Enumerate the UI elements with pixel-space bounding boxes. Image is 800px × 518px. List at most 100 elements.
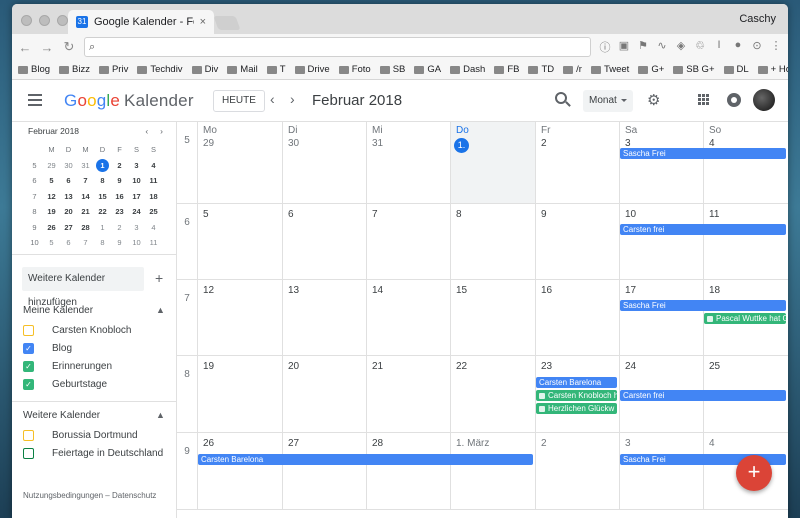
day-number[interactable]: 5 <box>203 209 209 220</box>
day-cell[interactable]: 17 <box>619 280 703 355</box>
day-cell[interactable]: 10 <box>619 204 703 279</box>
day-cell[interactable]: 26 <box>197 433 282 509</box>
calendar-item[interactable]: ✓ Blog <box>23 343 72 354</box>
calendar-event[interactable]: Sascha Frei <box>620 300 786 311</box>
mini-day[interactable]: 7 <box>77 173 94 189</box>
forward-icon[interactable]: → <box>40 40 54 55</box>
day-cell[interactable]: 11 <box>703 204 788 279</box>
day-number[interactable]: 7 <box>372 209 378 220</box>
day-number[interactable]: 6 <box>288 209 294 220</box>
mini-day[interactable]: 17 <box>128 189 145 205</box>
mini-day[interactable]: 31 <box>77 158 94 174</box>
mini-day[interactable]: 15 <box>94 189 111 205</box>
day-cell[interactable]: 6 <box>282 204 366 279</box>
mini-day[interactable]: 22 <box>94 204 111 220</box>
day-cell[interactable]: Fr 2 <box>535 122 619 203</box>
calendar-event[interactable]: Carsten Barelona <box>536 377 617 388</box>
mini-day[interactable]: 24 <box>128 204 145 220</box>
mini-day[interactable]: 26 <box>43 220 60 236</box>
mini-day[interactable]: 16 <box>111 189 128 205</box>
mini-day[interactable]: 5 <box>43 173 60 189</box>
mini-day[interactable]: 27 <box>60 220 77 236</box>
day-number[interactable]: 14 <box>372 285 383 296</box>
day-number[interactable]: 8 <box>456 209 462 220</box>
back-icon[interactable]: ← <box>18 40 32 55</box>
bookmark-item[interactable]: SB G+ <box>673 64 715 75</box>
mini-day[interactable]: 25 <box>145 204 162 220</box>
day-number[interactable]: 27 <box>288 438 299 449</box>
day-number[interactable]: 4 <box>709 438 715 449</box>
shield-icon[interactable]: ◈ <box>675 39 687 55</box>
bookmark-item[interactable]: + Hootlet <box>757 64 788 75</box>
day-number[interactable]: 31 <box>372 138 383 149</box>
day-cell[interactable]: 20 <box>282 356 366 432</box>
bookmark-item[interactable]: Priv <box>98 64 128 75</box>
create-event-button[interactable]: + <box>736 455 772 491</box>
mini-day[interactable]: 9 <box>111 173 128 189</box>
browser-user[interactable]: Caschy <box>739 13 776 25</box>
mini-day[interactable]: 18 <box>145 189 162 205</box>
calendar-checkbox[interactable]: ✓ <box>23 343 34 354</box>
mini-day[interactable]: 6 <box>60 235 77 251</box>
day-cell[interactable]: Mo 29 <box>197 122 282 203</box>
tab-close-icon[interactable]: × <box>200 16 206 28</box>
mini-day[interactable]: 4 <box>145 220 162 236</box>
mini-day[interactable]: 4 <box>145 158 162 174</box>
previous-month-button[interactable]: ‹ <box>270 91 275 107</box>
day-number[interactable]: 2 <box>541 438 547 449</box>
calendar-event[interactable]: Herzlichen Glückw <box>536 403 617 414</box>
calendar-checkbox[interactable]: ✓ <box>23 379 34 390</box>
bookmark-item[interactable]: SB <box>379 64 405 75</box>
bookmark-item[interactable]: FB <box>494 64 519 75</box>
day-cell[interactable]: Do 1. <box>450 122 535 203</box>
calendar-checkbox[interactable] <box>23 430 34 441</box>
day-cell[interactable]: Sa 3 <box>619 122 703 203</box>
bookmark-item[interactable]: Techdiv <box>137 64 183 75</box>
notifications-icon[interactable] <box>727 93 741 107</box>
day-number[interactable]: 26 <box>203 438 214 449</box>
mini-day[interactable]: 23 <box>111 204 128 220</box>
calendar-item[interactable]: Borussia Dortmund <box>23 430 138 441</box>
day-number[interactable]: 13 <box>288 285 299 296</box>
calendar-checkbox[interactable] <box>23 448 34 459</box>
add-calendar-plus-icon[interactable]: + <box>155 270 163 286</box>
day-number[interactable]: 1. März <box>456 438 489 449</box>
calendar-item[interactable]: Feiertage in Deutschland <box>23 448 163 459</box>
settings-gear-icon[interactable]: ⚙ <box>647 91 660 109</box>
bookmark-item[interactable]: Dash <box>450 64 485 75</box>
mini-day[interactable]: 1 <box>94 220 111 236</box>
main-menu-icon[interactable] <box>28 94 42 109</box>
bookmark-item[interactable]: Blog <box>18 64 50 75</box>
collapse-caret-icon[interactable]: ▲ <box>156 305 165 315</box>
mini-day[interactable]: 13 <box>60 189 77 205</box>
add-calendar-input[interactable]: Weitere Kalender hinzufügen <box>22 267 144 308</box>
day-cell[interactable]: 15 <box>450 280 535 355</box>
day-cell[interactable]: 16 <box>535 280 619 355</box>
extension-icon[interactable]: ♲ <box>694 39 706 55</box>
day-number[interactable]: 28 <box>372 438 383 449</box>
day-number[interactable]: 3 <box>625 438 631 449</box>
view-selector[interactable]: Monat <box>583 90 633 112</box>
extension-icon[interactable]: ∿ <box>656 39 668 55</box>
day-cell[interactable]: 19 <box>197 356 282 432</box>
calendar-checkbox[interactable] <box>23 325 34 336</box>
mini-day[interactable]: 28 <box>77 220 94 236</box>
day-number[interactable]: 29 <box>203 138 214 149</box>
day-number[interactable]: 22 <box>456 361 467 372</box>
bookmark-item[interactable]: Drive <box>294 64 330 75</box>
new-tab-button[interactable] <box>213 16 241 30</box>
google-calendar-logo[interactable]: Google Kalender <box>64 91 194 111</box>
bookmark-item[interactable]: T <box>266 64 286 75</box>
calendar-event[interactable]: Pascal Wuttke hat G <box>704 313 786 324</box>
mini-prev-icon[interactable]: ‹ <box>145 126 148 136</box>
calendar-event[interactable]: Carsten frei <box>620 390 786 401</box>
collapse-caret-icon[interactable]: ▲ <box>156 410 165 420</box>
mini-day[interactable]: 10 <box>128 173 145 189</box>
calendar-checkbox[interactable]: ✓ <box>23 361 34 372</box>
footer-links[interactable]: Nutzungsbedingungen – Datenschutz <box>23 491 156 500</box>
user-avatar[interactable] <box>753 89 775 111</box>
mini-day[interactable]: 19 <box>43 204 60 220</box>
bookmark-item[interactable]: TD <box>528 64 554 75</box>
day-cell[interactable]: 3 <box>619 433 703 509</box>
browser-tab[interactable]: 31 Google Kalender - Februar 2018 × <box>68 10 214 34</box>
